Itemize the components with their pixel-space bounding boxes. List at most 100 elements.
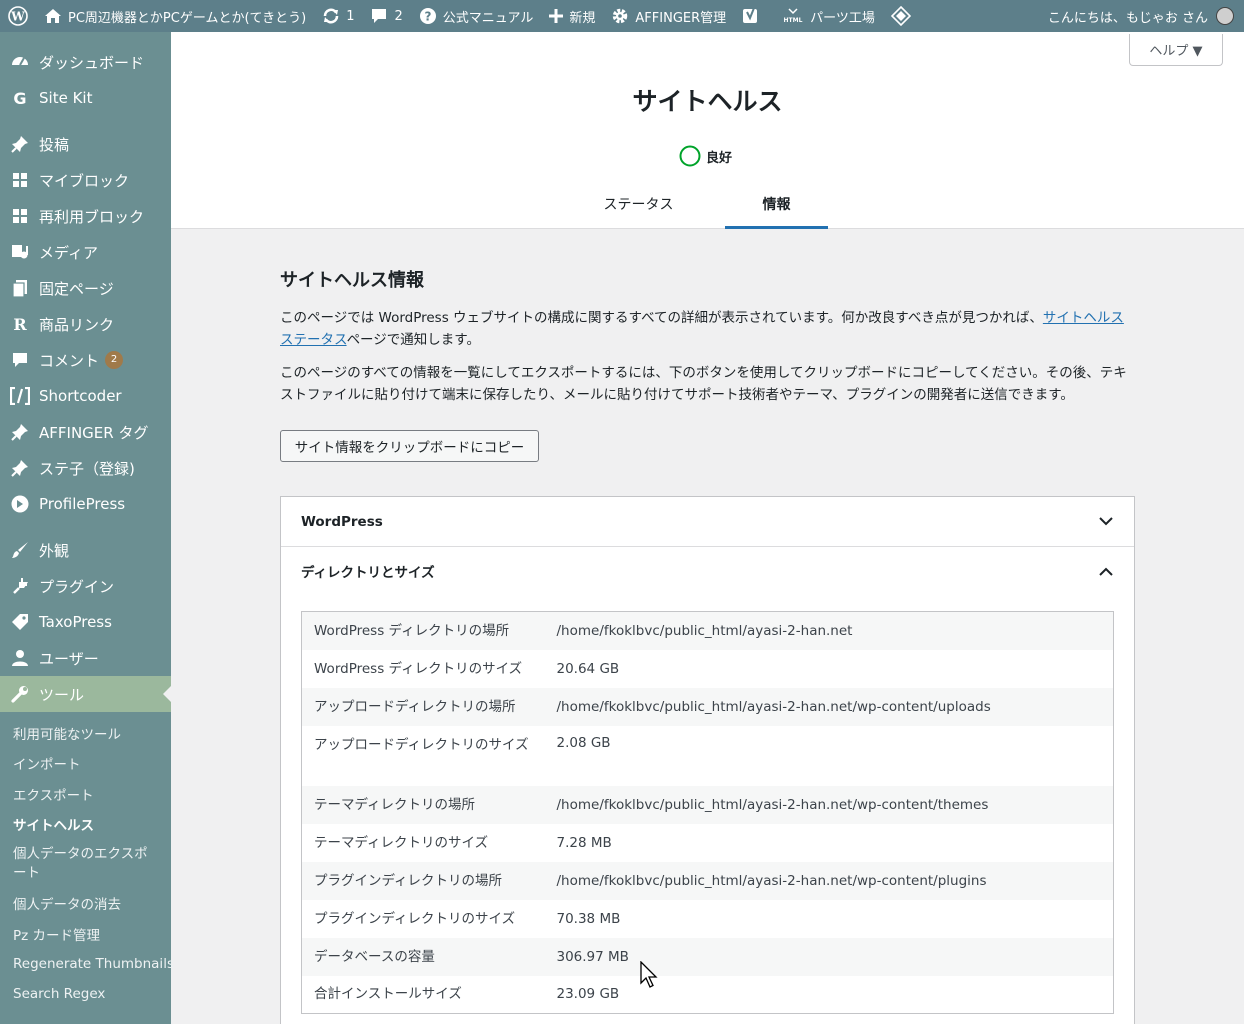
menu-taxopress[interactable]: TaxoPress <box>0 604 171 640</box>
comments-badge: 2 <box>105 351 124 369</box>
menu-dashboard-label: ダッシュボード <box>39 53 145 72</box>
row-value: 306.97 MB <box>556 948 629 965</box>
pin-icon <box>10 422 30 442</box>
description-text-end: ページで通知します。 <box>346 332 480 348</box>
home-icon <box>44 8 62 24</box>
profilepress-icon <box>10 494 30 514</box>
menu-product-links[interactable]: R 商品リンク <box>0 306 171 342</box>
menu-affinger-tag-label: AFFINGER タグ <box>39 423 149 442</box>
chevron-down-icon <box>1098 514 1114 530</box>
menu-sitekit[interactable]: G Site Kit <box>0 80 171 116</box>
table-row: WordPress ディレクトリの場所/home/fkoklbvc/public… <box>301 611 1114 650</box>
copy-to-clipboard-button[interactable]: サイト情報をクリップボードにコピー <box>280 430 539 462</box>
menu-posts[interactable]: 投稿 <box>0 126 171 162</box>
wordpress-logo-icon[interactable]: W <box>0 0 36 32</box>
menu-comments[interactable]: コメント 2 <box>0 342 171 378</box>
row-label: WordPress ディレクトリの場所 <box>314 622 510 639</box>
export-description: このページのすべての情報を一覧にしてエクスポートするには、下のボタンを使用してク… <box>280 365 1127 403</box>
submenu-export-personal-data[interactable]: 個人データのエクスポート <box>0 839 171 888</box>
chevron-up-icon <box>1098 563 1114 579</box>
menu-shortcoder[interactable]: Shortcoder <box>0 378 171 414</box>
submenu-search-regex[interactable]: Search Regex <box>0 979 171 1009</box>
menu-steko[interactable]: ステ子（登録) <box>0 450 171 486</box>
greeting: こんにちは、もじゃお さん <box>1047 10 1208 26</box>
good-status-ring-icon <box>679 145 701 167</box>
menu-dashboard[interactable]: ダッシュボード <box>0 44 171 80</box>
comment-icon <box>370 7 388 25</box>
row-label: データベースの容量 <box>314 948 435 965</box>
yoast-link[interactable] <box>734 0 774 32</box>
row-value: /home/fkoklbvc/public_html/ayasi-2-han.n… <box>556 872 987 889</box>
dashboard-icon <box>10 52 30 72</box>
table-row: 合計インストールサイズ 23.09 GB <box>302 976 1114 1014</box>
menu-users[interactable]: ユーザー <box>0 640 171 676</box>
menu-appearance[interactable]: 外観 <box>0 532 171 568</box>
menu-steko-label: ステ子（登録) <box>39 459 135 478</box>
menu-reusable[interactable]: 再利用ブロック <box>0 198 171 234</box>
affinger-admin-link[interactable]: AFFINGER管理 <box>603 0 734 32</box>
submenu-erase-personal-data[interactable]: 個人データの消去 <box>0 888 171 918</box>
gear-icon <box>611 7 629 25</box>
diamond-link[interactable] <box>883 0 925 32</box>
submenu-export[interactable]: エクスポート <box>0 779 171 809</box>
tab-info[interactable]: 情報 <box>725 192 828 229</box>
row-label: 合計インストールサイズ <box>314 986 462 1003</box>
row-value: 2.08 GB <box>556 734 611 751</box>
site-name-link[interactable]: PC周辺機器とかPCゲームとか(てきとう) <box>36 0 314 32</box>
row-value: 70.38 MB <box>556 910 621 927</box>
svg-text:W: W <box>10 10 25 24</box>
shortcode-brackets-icon <box>10 386 30 406</box>
plugin-icon <box>10 576 30 596</box>
table-row: アップロードディレクトリのサイズ 2.08 GB <box>302 726 1114 786</box>
accordion-directories[interactable]: ディレクトリとサイズ <box>281 547 1134 595</box>
menu-myblocks[interactable]: マイブロック <box>0 162 171 198</box>
menu-affinger-tag[interactable]: AFFINGER タグ <box>0 414 171 450</box>
submenu-import[interactable]: インポート <box>0 748 171 778</box>
parts-factory-link[interactable]: HTML パーツ工場 <box>774 0 883 32</box>
tag-icon <box>10 612 30 632</box>
row-label: テーマディレクトリの場所 <box>314 796 476 813</box>
menu-comments-label: コメント <box>39 351 100 370</box>
pin-icon <box>10 134 30 154</box>
html-icon: HTML <box>782 8 804 24</box>
comments-count: 2 <box>394 8 403 24</box>
comments-link[interactable]: 2 <box>362 0 410 32</box>
submenu-site-health[interactable]: サイトヘルス <box>0 809 171 839</box>
row-value: /home/fkoklbvc/public_html/ayasi-2-han.n… <box>556 698 991 715</box>
menu-plugins[interactable]: プラグイン <box>0 568 171 604</box>
menu-users-label: ユーザー <box>39 649 99 668</box>
tools-submenu: 利用可能なツール インポート エクスポート サイトヘルス 個人データのエクスポー… <box>0 712 174 1009</box>
yoast-icon <box>742 7 760 25</box>
my-account-link[interactable]: こんにちは、もじゃお さん <box>1040 0 1244 32</box>
menu-product-links-label: 商品リンク <box>39 315 115 334</box>
submenu-available-tools[interactable]: 利用可能なツール <box>0 718 171 748</box>
tab-status[interactable]: ステータス <box>591 192 686 229</box>
manual-link[interactable]: ? 公式マニュアル <box>411 0 542 32</box>
diamond-icon <box>890 6 911 26</box>
paintbrush-icon <box>10 540 30 560</box>
manual-label: 公式マニュアル <box>442 10 534 26</box>
table-row: データベースの容量 306.97 MB <box>301 937 1114 976</box>
svg-text:HTML: HTML <box>784 17 803 24</box>
menu-tools[interactable]: ツール <box>0 676 171 712</box>
table-row: プラグインディレクトリのサイズ 70.38 MB <box>302 900 1114 938</box>
new-label: 新規 <box>569 10 596 26</box>
media-icon <box>10 242 30 262</box>
menu-shortcoder-label: Shortcoder <box>39 387 122 405</box>
menu-pages-label: 固定ページ <box>39 279 114 298</box>
menu-media[interactable]: メディア <box>0 234 171 270</box>
row-label: アップロードディレクトリのサイズ <box>314 736 529 753</box>
menu-profilepress[interactable]: ProfilePress <box>0 486 171 522</box>
help-tab-button[interactable]: ヘルプ ▼ <box>1129 34 1223 66</box>
menu-appearance-label: 外観 <box>39 541 70 560</box>
grid-icon <box>10 206 30 226</box>
menu-pages[interactable]: 固定ページ <box>0 270 171 306</box>
menu-myblocks-label: マイブロック <box>39 171 130 190</box>
submenu-pz-card[interactable]: Pz カード管理 <box>0 918 171 948</box>
new-content-link[interactable]: 新規 <box>541 0 603 32</box>
accordion-wordpress-label: WordPress <box>301 513 383 530</box>
submenu-regenerate-thumbnails[interactable]: Regenerate Thumbnails <box>0 949 174 979</box>
updates-link[interactable]: 1 <box>314 0 362 32</box>
accordion-wordpress[interactable]: WordPress <box>281 497 1134 547</box>
menu-taxopress-label: TaxoPress <box>39 613 112 631</box>
